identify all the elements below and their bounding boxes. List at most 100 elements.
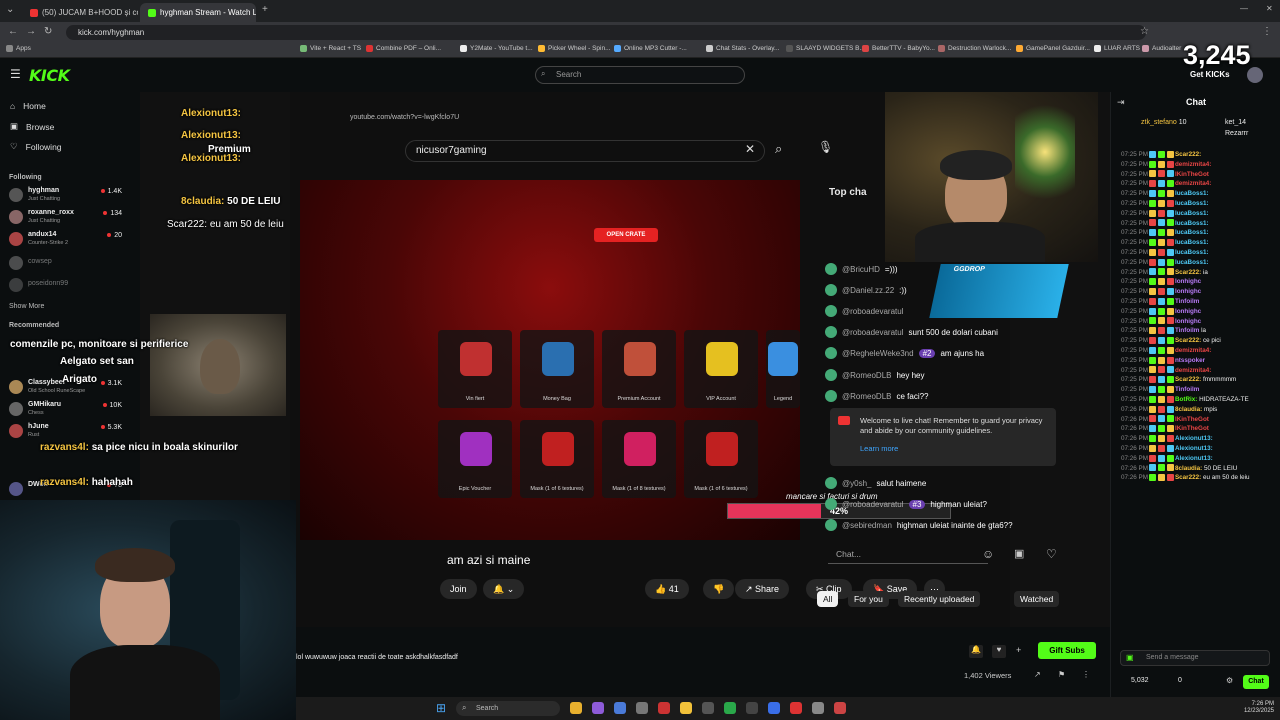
bookmark[interactable]: Combine PDF – Onli... xyxy=(366,45,441,52)
chat-username[interactable]: Scar222: xyxy=(1175,376,1201,383)
hamburger-menu-icon[interactable]: ☰ xyxy=(10,67,21,81)
bookmark[interactable]: Online MP3 Cutter -... xyxy=(614,45,687,52)
bookmark[interactable]: Destruction Warlock... xyxy=(938,45,1011,52)
app-icon[interactable] xyxy=(790,702,802,714)
app-icon[interactable] xyxy=(834,702,846,714)
chat-username[interactable]: lucaBoss1: xyxy=(1175,190,1209,197)
send-message-input[interactable]: Send a message xyxy=(1120,650,1270,666)
tab-menu-icon[interactable]: ⌄ xyxy=(6,4,14,15)
app-icon[interactable] xyxy=(812,702,824,714)
emoji-icon[interactable]: ☺ xyxy=(982,547,994,561)
chip-recently-uploaded[interactable]: Recently uploaded xyxy=(898,591,981,607)
chat-username[interactable]: lonhighc xyxy=(1175,288,1201,295)
heart-icon[interactable]: ♡ xyxy=(1046,547,1057,561)
app-icon[interactable] xyxy=(702,702,714,714)
app-icon[interactable] xyxy=(768,702,780,714)
bookmark[interactable]: SLAAYD WIDGETS B... xyxy=(786,45,865,52)
app-icon[interactable] xyxy=(746,702,758,714)
following-channel[interactable]: hyghman Just Chatting 1.4K xyxy=(9,186,122,206)
chat-username[interactable]: 8claudia: xyxy=(1175,465,1202,472)
like-button[interactable]: 👍 41 xyxy=(645,579,689,599)
chat-username[interactable]: demizmita4: xyxy=(1175,367,1211,374)
add-icon[interactable]: + xyxy=(1016,645,1021,655)
open-crate-button[interactable]: OPEN CRATE xyxy=(594,228,658,242)
chrome-icon[interactable] xyxy=(570,702,582,714)
file-explorer-icon[interactable] xyxy=(680,702,692,714)
chat-username[interactable]: lucaBoss1: xyxy=(1175,239,1209,246)
chat-username[interactable]: Scar222: xyxy=(1175,269,1201,276)
chat-username[interactable]: Tinfoilm xyxy=(1175,327,1199,334)
recommended-channel[interactable]: GMHikaru Chess 10K xyxy=(9,400,122,420)
app-icon[interactable] xyxy=(592,702,604,714)
microphone-icon[interactable]: 🎙 xyxy=(818,140,833,154)
bookmark-star-icon[interactable]: ☆ xyxy=(1140,26,1149,37)
bookmark[interactable]: Chat Stats - Overlay... xyxy=(706,45,779,52)
show-more-link[interactable]: Show More xyxy=(9,303,44,310)
taskbar-search[interactable]: Search xyxy=(456,701,560,716)
gift-subs-button[interactable]: Gift Subs xyxy=(1038,642,1096,659)
notifications-bell-icon[interactable]: 🔔 ⌄ xyxy=(483,579,525,599)
chat-username[interactable]: lucaBoss1: xyxy=(1175,229,1209,236)
sidebar-item-home[interactable]: ⌂ Home xyxy=(10,101,46,111)
following-channel-offline[interactable]: poseidonn99 xyxy=(9,276,122,296)
forward-icon[interactable]: → xyxy=(26,26,36,37)
chat-username[interactable]: demizmita4: xyxy=(1175,180,1211,187)
report-icon[interactable]: ⚑ xyxy=(1058,670,1065,679)
kick-logo[interactable]: KICK xyxy=(29,66,70,85)
chat-username[interactable]: IKinTheGot xyxy=(1175,425,1209,432)
bookmark-apps[interactable]: Apps xyxy=(6,45,31,52)
following-channel[interactable]: andux14 Counter-Strike 2 20 xyxy=(9,230,122,250)
bookmark[interactable]: BetterTTV - BabyYo... xyxy=(862,45,935,52)
chat-username[interactable]: Alexionut13: xyxy=(1175,435,1213,442)
chat-username[interactable]: IKinTheGot xyxy=(1175,171,1209,178)
app-icon[interactable] xyxy=(636,702,648,714)
chat-username[interactable]: lucaBoss1: xyxy=(1175,210,1209,217)
clear-search-icon[interactable]: ✕ xyxy=(745,142,755,156)
join-button[interactable]: Join xyxy=(440,579,477,599)
chip-for-you[interactable]: For you xyxy=(848,591,889,607)
dislike-button[interactable]: 👎 xyxy=(703,579,735,599)
chip-watched[interactable]: Watched xyxy=(1014,591,1060,607)
browser-tab[interactable]: (50) JUCAM B+HOOD și colidăm ✕ xyxy=(22,3,138,22)
share-button[interactable]: ↗ Share xyxy=(735,579,790,599)
chat-username[interactable]: lonhighc xyxy=(1175,308,1201,315)
settings-gear-icon[interactable]: ⚙ xyxy=(1226,676,1233,685)
follow-heart-icon[interactable]: ♥ xyxy=(992,645,1006,658)
search-input[interactable]: Search xyxy=(535,66,745,84)
chat-username[interactable]: demizmita4: xyxy=(1175,347,1211,354)
bookmark[interactable]: GamePanel Gazduir... xyxy=(1016,45,1090,52)
following-channel-offline[interactable]: cowsep xyxy=(9,254,122,274)
chat-username[interactable]: lonhighc xyxy=(1175,318,1201,325)
super-chat-icon[interactable]: ▣ xyxy=(1014,547,1024,560)
new-tab-icon[interactable]: + xyxy=(262,4,268,15)
sidebar-item-browse[interactable]: ▣ Browse xyxy=(10,121,54,132)
youtube-chat-input[interactable]: Chat... xyxy=(828,544,988,564)
bookmark[interactable]: Picker Wheel - Spin... xyxy=(538,45,611,52)
chat-username[interactable]: BotRix: xyxy=(1175,396,1197,403)
chat-send-button[interactable]: Chat xyxy=(1243,675,1269,689)
chat-username[interactable]: demizmita4: xyxy=(1175,161,1211,168)
chat-username[interactable]: 8claudia: xyxy=(1175,406,1202,413)
chat-username[interactable]: ntsspoker xyxy=(1175,357,1205,364)
reload-icon[interactable]: ↻ xyxy=(44,26,52,37)
chat-username[interactable]: Scar222: xyxy=(1175,337,1201,344)
bookmark[interactable]: Vite + React + TS xyxy=(300,45,361,52)
sidebar-item-following[interactable]: ♡ Following xyxy=(10,141,62,152)
chat-username[interactable]: lucaBoss1: xyxy=(1175,200,1209,207)
chat-username[interactable]: Scar222: xyxy=(1175,151,1201,158)
search-icon[interactable]: ⌕ xyxy=(775,141,782,157)
learn-more-link[interactable]: Learn more xyxy=(860,444,1046,454)
url-input[interactable]: kick.com/hyghman xyxy=(66,25,1146,40)
app-icon[interactable] xyxy=(724,702,736,714)
chat-username[interactable]: lucaBoss1: xyxy=(1175,259,1209,266)
minimize-icon[interactable]: — xyxy=(1240,4,1248,13)
browser-menu-icon[interactable]: ⋮ xyxy=(1262,26,1272,37)
chip-all[interactable]: All xyxy=(817,591,839,607)
get-kicks-button[interactable]: Get KICKs xyxy=(1190,70,1230,79)
chat-username[interactable]: Alexionut13: xyxy=(1175,445,1213,452)
notification-bell-icon[interactable]: 🔔 xyxy=(969,645,983,658)
chat-username[interactable]: Tinfoilm xyxy=(1175,298,1199,305)
bookmark[interactable]: Audioalter xyxy=(1142,45,1181,52)
chat-username[interactable]: Tinfoilm xyxy=(1175,386,1199,393)
bookmark[interactable]: Y2Mate - YouTube t... xyxy=(460,45,533,52)
